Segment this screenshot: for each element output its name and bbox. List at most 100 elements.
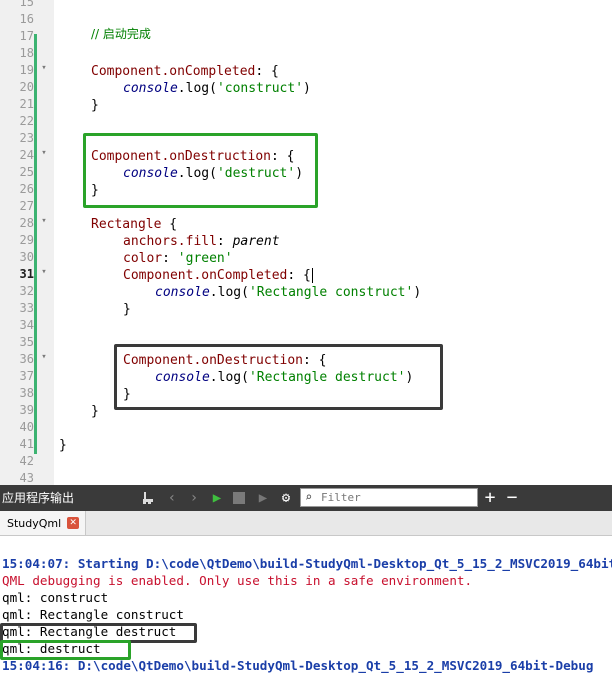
line-number: 25 bbox=[19, 165, 34, 179]
code-comment: // 启动完成 bbox=[91, 27, 151, 41]
line-number: 29 bbox=[19, 233, 34, 247]
line-number: 34 bbox=[19, 318, 34, 332]
line-number: 40 bbox=[19, 420, 34, 434]
code-token: Component.onCompleted bbox=[123, 268, 288, 283]
output-tab-bar: StudyQml ✕ bbox=[0, 511, 612, 536]
code-line-33: } bbox=[123, 301, 131, 318]
line-number: 24 bbox=[19, 148, 34, 162]
line-number: 26 bbox=[19, 182, 34, 196]
line-number: 16 bbox=[19, 12, 34, 26]
highlight-box-green bbox=[83, 133, 318, 208]
code-line-20: console.log('construct') bbox=[123, 80, 311, 97]
code-token: : { bbox=[287, 268, 311, 283]
line-number: 33 bbox=[19, 301, 34, 315]
code-token: color bbox=[123, 251, 163, 266]
code-token: } bbox=[91, 404, 99, 419]
broom-icon[interactable] bbox=[140, 485, 158, 511]
code-token: Rectangle bbox=[91, 217, 162, 232]
search-icon: ⌕ bbox=[305, 490, 313, 504]
filter-input[interactable] bbox=[321, 489, 471, 506]
prev-arrow-icon[interactable]: ‹ bbox=[164, 485, 180, 511]
panel-title: 应用程序输出 bbox=[2, 491, 75, 505]
code-token: } bbox=[59, 438, 67, 453]
next-arrow-icon[interactable]: › bbox=[186, 485, 202, 511]
line-number: 39 bbox=[19, 403, 34, 417]
tab-studyqml[interactable]: StudyQml ✕ bbox=[0, 511, 87, 535]
line-number: 17 bbox=[19, 29, 34, 43]
line-number: 19 bbox=[19, 63, 34, 77]
line-number: 22 bbox=[19, 114, 34, 128]
line-number: 41 bbox=[19, 437, 34, 451]
output-panel-toolbar: 应用程序输出 ‹ › ▶ ▶ ⚙ ⌕ + − bbox=[0, 485, 612, 511]
code-line-32: console.log('Rectangle construct') bbox=[155, 284, 421, 301]
change-marker-bar bbox=[34, 34, 37, 454]
fold-arrow-icon[interactable]: ▾ bbox=[39, 264, 49, 281]
code-token: Component.onCompleted bbox=[91, 64, 256, 79]
code-token: : { bbox=[255, 64, 279, 79]
stop-icon[interactable] bbox=[231, 485, 247, 511]
code-string: 'green' bbox=[177, 251, 233, 266]
code-token: { bbox=[161, 217, 178, 232]
output-line: qml: Rectangle construct bbox=[2, 607, 184, 622]
code-token: } bbox=[123, 302, 131, 317]
code-token: console bbox=[123, 81, 178, 96]
line-number: 20 bbox=[19, 80, 34, 94]
code-token: anchors.fill bbox=[123, 234, 217, 249]
code-string: 'construct' bbox=[216, 81, 304, 96]
text-cursor bbox=[311, 268, 313, 283]
plus-icon[interactable]: + bbox=[482, 485, 498, 511]
fold-arrow-icon[interactable]: ▾ bbox=[39, 349, 49, 366]
line-number: 36 bbox=[19, 352, 34, 366]
line-number: 43 bbox=[19, 471, 34, 485]
line-number: 28 bbox=[19, 216, 34, 230]
line-number: 27 bbox=[19, 199, 34, 213]
line-number: 38 bbox=[19, 386, 34, 400]
code-line-19: Component.onCompleted: { bbox=[91, 63, 279, 80]
minus-icon[interactable]: − bbox=[504, 485, 520, 511]
code-token: ) bbox=[303, 81, 311, 96]
code-token: parent bbox=[232, 234, 280, 249]
code-string: 'Rectangle construct' bbox=[248, 285, 414, 300]
application-output[interactable]: 15:04:07: Starting D:\code\QtDemo\build-… bbox=[0, 536, 612, 693]
code-token: .log( bbox=[209, 285, 249, 300]
output-line: 15:04:07: Starting D:\code\QtDemo\build-… bbox=[2, 556, 612, 571]
code-token: } bbox=[91, 98, 99, 113]
output-line: QML debugging is enabled. Only use this … bbox=[2, 573, 473, 588]
line-number: 35 bbox=[19, 335, 34, 349]
code-token: : bbox=[162, 251, 178, 266]
code-line-17: // 启动完成 bbox=[91, 26, 151, 43]
debug-icon[interactable]: ▶ bbox=[254, 485, 272, 511]
tab-label: StudyQml bbox=[7, 516, 62, 530]
close-icon[interactable]: ✕ bbox=[67, 517, 80, 529]
line-number: 18 bbox=[19, 46, 34, 60]
code-editor[interactable]: 15 16 17 18 19 20 21 22 23 24 25 26 27 28 29 30 31 32 33 34… bbox=[0, 0, 612, 485]
filter-box[interactable]: ⌕ bbox=[300, 488, 478, 507]
highlight-box-green bbox=[0, 640, 131, 660]
code-token: console bbox=[155, 285, 210, 300]
fold-arrow-icon[interactable]: ▾ bbox=[39, 60, 49, 77]
line-number: 21 bbox=[19, 97, 34, 111]
fold-arrow-icon[interactable]: ▾ bbox=[39, 145, 49, 162]
output-line: qml: construct bbox=[2, 590, 109, 605]
line-number: 42 bbox=[19, 454, 34, 468]
highlight-box-dark bbox=[114, 344, 443, 410]
code-line-31: Component.onCompleted: { bbox=[123, 267, 313, 284]
line-number: 32 bbox=[19, 284, 34, 298]
code-line-29: anchors.fill: parent bbox=[123, 233, 280, 250]
line-number: 30 bbox=[19, 250, 34, 264]
code-line-28: Rectangle { bbox=[91, 216, 177, 233]
gear-icon[interactable]: ⚙ bbox=[277, 485, 295, 511]
code-line-39: } bbox=[91, 403, 99, 420]
code-line-41: } bbox=[59, 437, 67, 454]
fold-arrow-icon[interactable]: ▾ bbox=[39, 213, 49, 230]
line-number: 37 bbox=[19, 369, 34, 383]
code-token: ) bbox=[413, 285, 422, 300]
line-number: 15 bbox=[19, 0, 34, 9]
line-number: 23 bbox=[19, 131, 34, 145]
code-line-30: color: 'green' bbox=[123, 250, 233, 267]
line-number: 31 bbox=[19, 267, 34, 281]
code-token: .log( bbox=[177, 81, 217, 96]
code-token: : bbox=[216, 234, 233, 249]
code-line-21: } bbox=[91, 97, 99, 114]
run-icon[interactable]: ▶ bbox=[208, 485, 226, 511]
